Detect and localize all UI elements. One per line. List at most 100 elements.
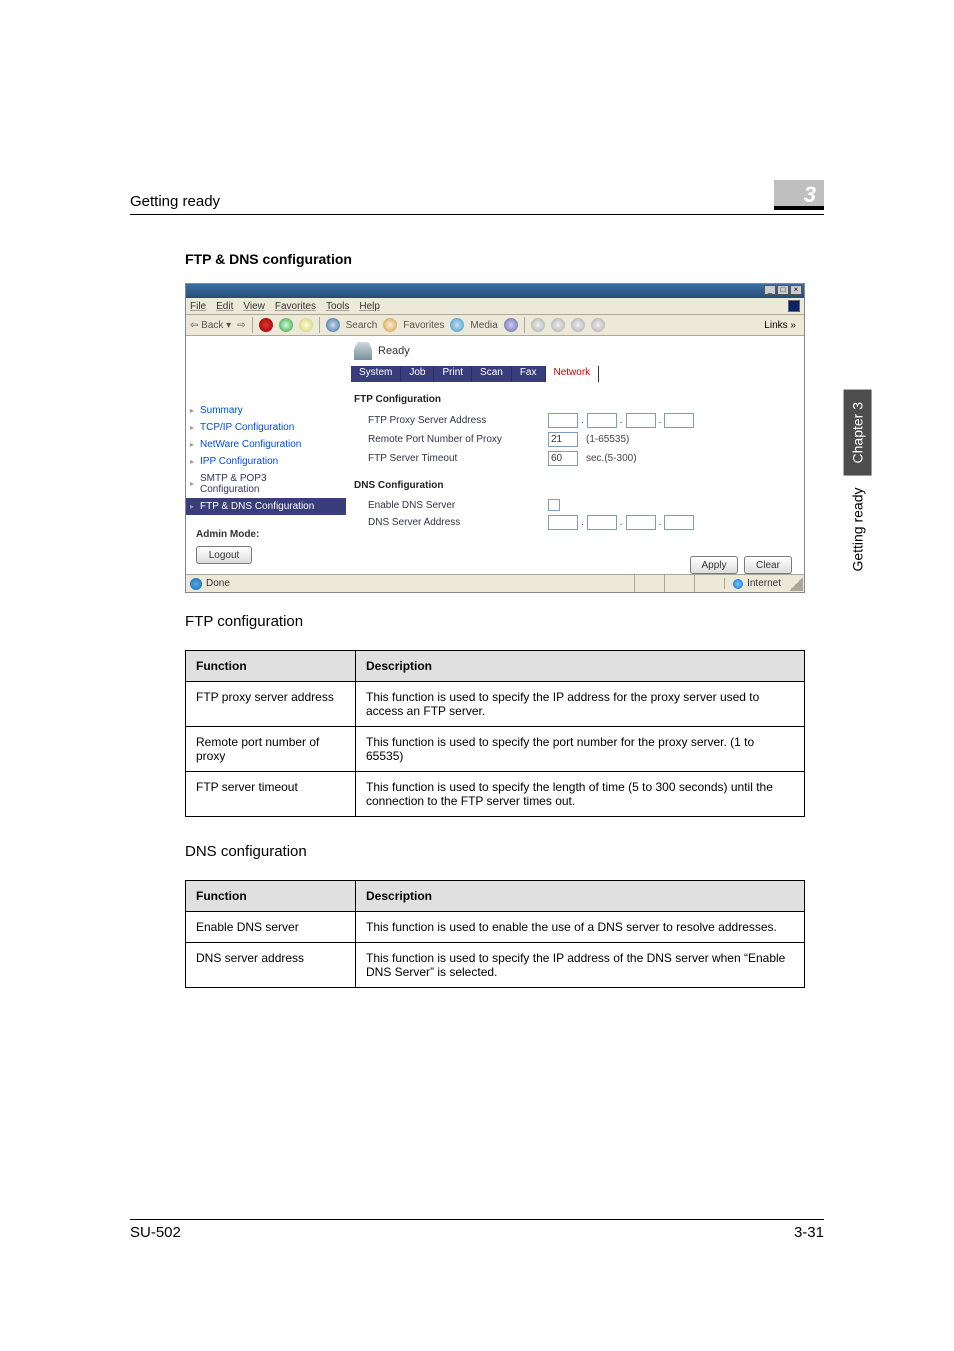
nav-netware[interactable]: NetWare Configuration <box>186 436 346 453</box>
server-timeout-input[interactable]: 60 <box>548 451 578 466</box>
ftp-caption: FTP configuration <box>185 613 824 630</box>
edit-icon[interactable] <box>571 318 585 332</box>
refresh-icon[interactable] <box>279 318 293 332</box>
tab-network[interactable]: Network <box>546 366 600 382</box>
browser-window: _ □ × File Edit View Favorites Tools Hel… <box>185 283 805 593</box>
side-tab-dark: Chapter 3 <box>844 390 872 475</box>
chapter-badge: 3 <box>774 180 824 210</box>
tab-system[interactable]: System <box>351 366 401 382</box>
ready-label: Ready <box>378 345 410 357</box>
search-icon[interactable] <box>326 318 340 332</box>
cell-func: DNS server address <box>186 943 356 988</box>
apply-button[interactable]: Apply <box>690 556 738 574</box>
th-description: Description <box>356 881 805 912</box>
enable-dns-checkbox[interactable] <box>548 499 560 511</box>
history-icon[interactable] <box>504 318 518 332</box>
nav-tcpip[interactable]: TCP/IP Configuration <box>186 419 346 436</box>
cell-func: FTP server timeout <box>186 772 356 817</box>
dns-caption: DNS configuration <box>185 843 824 860</box>
tab-job[interactable]: Job <box>401 366 434 382</box>
nav-smtp-pop3[interactable]: SMTP & POP3Configuration <box>186 470 346 498</box>
done-icon <box>190 578 202 590</box>
status-ready: Ready <box>354 342 410 360</box>
remote-port-label: Remote Port Number of Proxy <box>354 434 544 445</box>
footer-right: 3-31 <box>794 1224 824 1241</box>
internet-icon <box>733 579 743 589</box>
search-label[interactable]: Search <box>346 320 378 331</box>
cell-func: Remote port number of proxy <box>186 727 356 772</box>
menu-help[interactable]: Help <box>359 301 380 312</box>
media-label[interactable]: Media <box>470 320 497 331</box>
footer-left: SU-502 <box>130 1224 181 1241</box>
clear-button[interactable]: Clear <box>744 556 792 574</box>
remote-port-input[interactable]: 21 <box>548 432 578 447</box>
title-bar: _ □ × <box>186 284 804 298</box>
toolbar: ⇦ Back ▾ ⇨ Search Favorites Media Links … <box>186 314 804 336</box>
section-title: FTP & DNS configuration <box>185 251 824 267</box>
th-function: Function <box>186 651 356 682</box>
printer-icon <box>354 342 372 360</box>
tab-print[interactable]: Print <box>434 366 472 382</box>
maximize-icon[interactable]: □ <box>777 285 789 295</box>
tab-scan[interactable]: Scan <box>472 366 512 382</box>
back-button[interactable]: ⇦ Back ▾ <box>190 320 231 331</box>
page-header: Getting ready 3 <box>130 180 824 215</box>
menu-file[interactable]: File <box>190 301 206 312</box>
th-description: Description <box>356 651 805 682</box>
server-timeout-label: FTP Server Timeout <box>354 453 544 464</box>
nav-summary[interactable]: Summary <box>186 402 346 419</box>
cell-desc: This function is used to specify the IP … <box>356 682 805 727</box>
ie-logo-icon <box>788 300 800 312</box>
server-timeout-hint: sec.(5-300) <box>586 453 637 464</box>
side-tab: Getting readyChapter 3 <box>844 390 872 584</box>
mail-icon[interactable] <box>531 318 545 332</box>
forward-button[interactable]: ⇨ <box>237 320 245 331</box>
table-row: Enable DNS server This function is used … <box>186 912 805 943</box>
main-tabs: System Job Print Scan Fax Network <box>351 366 599 382</box>
logout-button[interactable]: Logout <box>196 546 252 564</box>
enable-dns-label: Enable DNS Server <box>354 500 544 511</box>
minimize-icon[interactable]: _ <box>764 285 776 295</box>
ftp-proxy-ip-input[interactable]: . . . <box>548 413 694 428</box>
favorites-icon[interactable] <box>383 318 397 332</box>
print-icon[interactable] <box>551 318 565 332</box>
ftp-proxy-label: FTP Proxy Server Address <box>354 415 544 426</box>
nav-ftp-dns[interactable]: FTP & DNS Configuration <box>186 498 346 515</box>
sidebar: Summary TCP/IP Configuration NetWare Con… <box>186 338 346 574</box>
discuss-icon[interactable] <box>591 318 605 332</box>
cell-desc: This function is used to specify the IP … <box>356 943 805 988</box>
th-function: Function <box>186 881 356 912</box>
table-row: Remote port number of proxy This functio… <box>186 727 805 772</box>
tab-fax[interactable]: Fax <box>512 366 546 382</box>
cell-desc: This function is used to specify the len… <box>356 772 805 817</box>
dns-config-heading: DNS Configuration <box>354 480 792 491</box>
ftp-config-heading: FTP Configuration <box>354 394 792 405</box>
dns-table: Function Description Enable DNS server T… <box>185 880 805 988</box>
status-bar: Done Internet <box>186 574 804 592</box>
remote-port-hint: (1-65535) <box>586 434 629 445</box>
page-footer: SU-502 3-31 <box>130 1219 824 1241</box>
close-icon[interactable]: × <box>790 285 802 295</box>
resize-grip-icon[interactable] <box>789 577 803 591</box>
dns-addr-ip-input[interactable]: . . . <box>548 515 694 530</box>
menu-edit[interactable]: Edit <box>216 301 233 312</box>
menu-bar: File Edit View Favorites Tools Help <box>186 298 804 314</box>
dns-addr-label: DNS Server Address <box>354 517 544 528</box>
links-label[interactable]: Links » <box>764 320 796 331</box>
cell-desc: This function is used to specify the por… <box>356 727 805 772</box>
menu-favorites[interactable]: Favorites <box>275 301 316 312</box>
table-row: FTP proxy server address This function i… <box>186 682 805 727</box>
home-icon[interactable] <box>299 318 313 332</box>
media-icon[interactable] <box>450 318 464 332</box>
table-row: DNS server address This function is used… <box>186 943 805 988</box>
cell-func: FTP proxy server address <box>186 682 356 727</box>
table-row: FTP server timeout This function is used… <box>186 772 805 817</box>
menu-tools[interactable]: Tools <box>326 301 349 312</box>
cell-func: Enable DNS server <box>186 912 356 943</box>
nav-ipp[interactable]: IPP Configuration <box>186 453 346 470</box>
stop-icon[interactable] <box>259 318 273 332</box>
done-label: Done <box>206 578 230 589</box>
favorites-label[interactable]: Favorites <box>403 320 444 331</box>
side-tab-light: Getting ready <box>844 475 872 583</box>
menu-view[interactable]: View <box>243 301 265 312</box>
